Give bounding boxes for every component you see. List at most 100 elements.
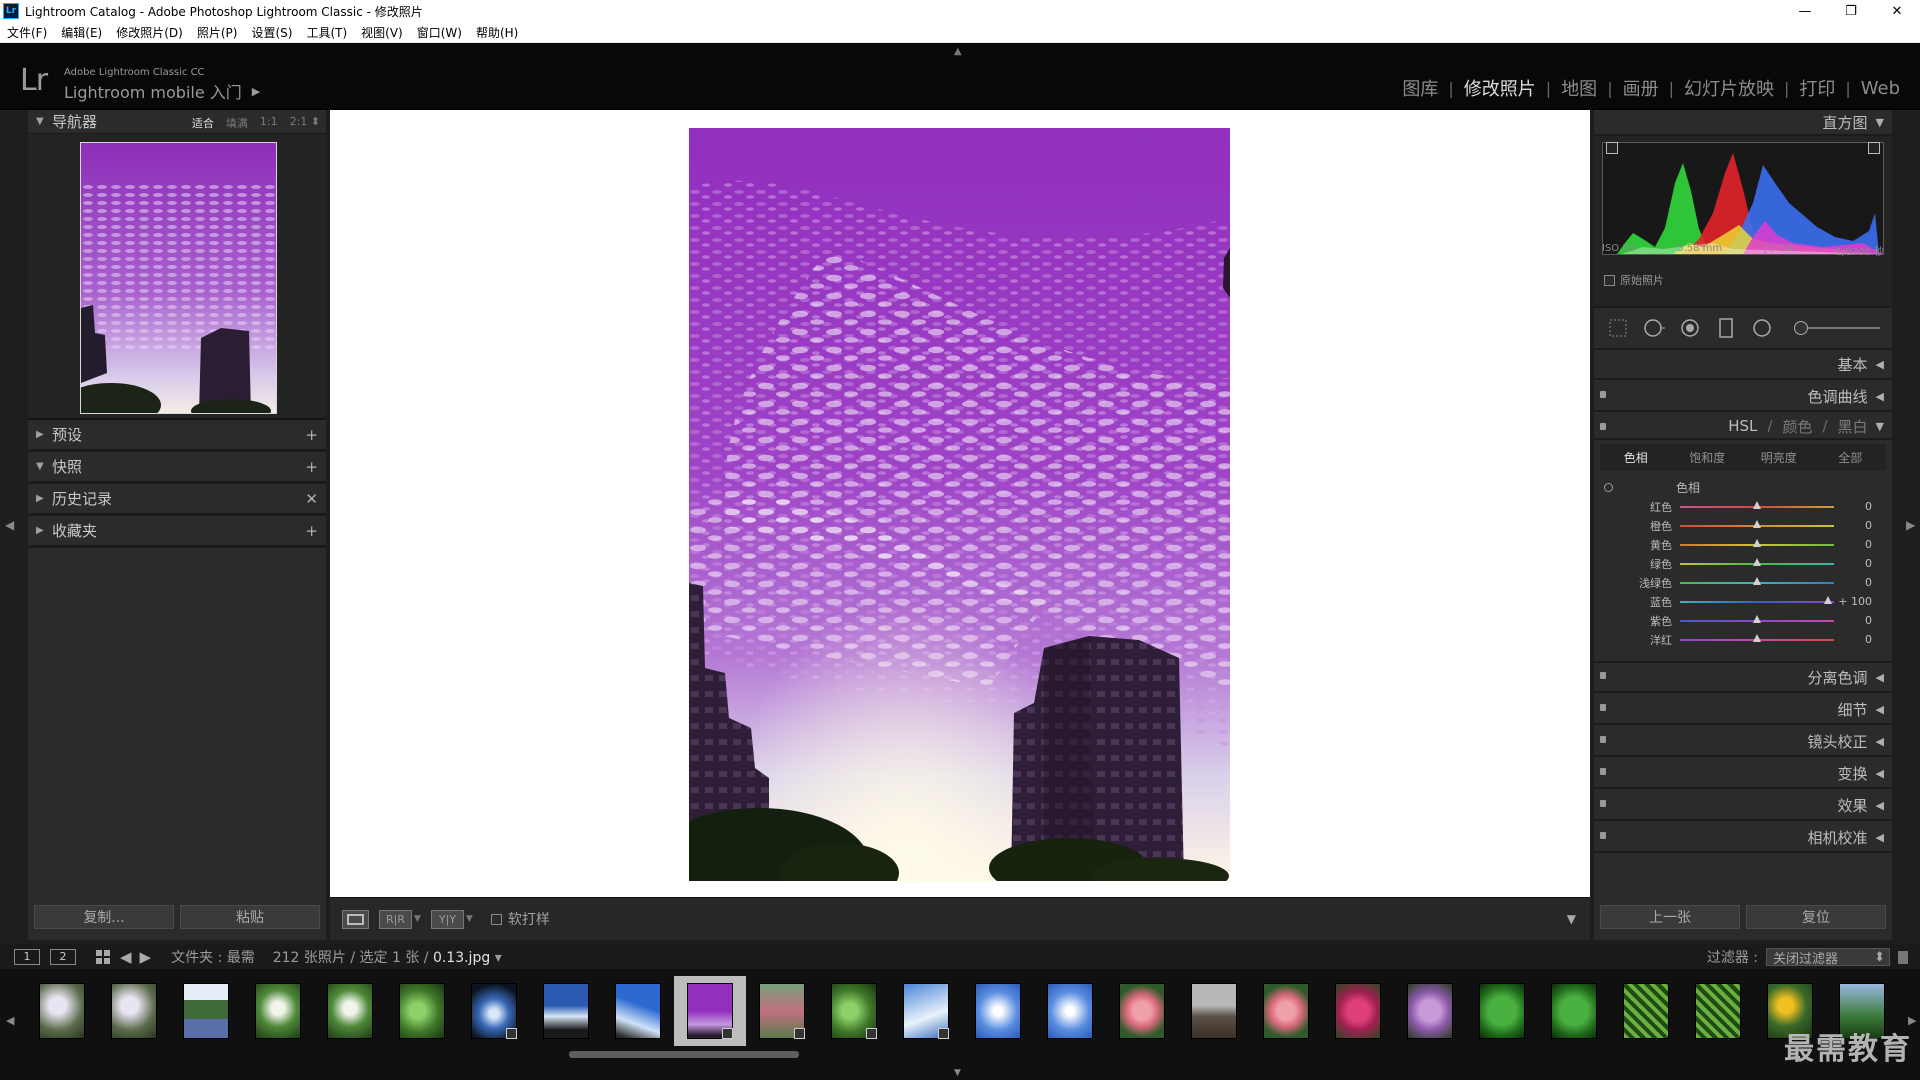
hsl-slider-value[interactable]: 0 [1834,538,1876,551]
module-web[interactable]: Web [1851,78,1910,99]
close-window-button[interactable]: ✕ [1874,0,1920,22]
module-develop[interactable]: 修改照片 [1454,75,1546,101]
spot-removal-icon[interactable] [1642,316,1666,340]
panel-toggle-icon[interactable] [1600,736,1606,743]
collections-header[interactable]: ▶ 收藏夹 + [28,516,326,545]
filter-lock-icon[interactable] [1898,950,1908,964]
filmstrip-thumbnail[interactable] [98,976,170,1046]
hsl-slider-track[interactable] [1680,557,1834,566]
zoom-fill[interactable]: 填满 [226,115,248,131]
minimize-button[interactable]: — [1782,0,1828,22]
filmstrip-thumbnail[interactable] [1466,976,1538,1046]
hsl-tab-color[interactable]: 颜色 [1782,416,1812,437]
hsl-slider-knob[interactable] [1753,538,1761,547]
hsl-slider-value[interactable]: 0 [1834,576,1876,589]
hsl-header[interactable]: HSL / 颜色 / 黑白 ▼ [1594,414,1892,440]
menu-develop[interactable]: 修改照片(D) [109,24,190,41]
soft-proof-checkbox[interactable] [490,913,502,925]
navigator-preview[interactable] [80,142,277,414]
shadow-clipping-button[interactable] [1606,142,1618,154]
filmstrip-thumbnail[interactable] [170,976,242,1046]
before-after-left-right-button[interactable]: R|R [379,909,412,929]
hsl-slider-value[interactable]: 0 [1834,500,1876,513]
panel-toggle-icon[interactable] [1600,832,1606,839]
hsl-slider-knob[interactable] [1753,576,1761,585]
menu-file[interactable]: 文件(F) [0,24,54,41]
panel-toggle-icon[interactable] [1600,672,1606,679]
secondary-window-button[interactable]: 2 [50,948,76,965]
module-book[interactable]: 画册 [1613,75,1669,101]
previous-settings-button[interactable]: 上一张 [1600,905,1740,929]
filmstrip-thumbnail[interactable] [1538,976,1610,1046]
reset-button[interactable]: 复位 [1746,905,1886,929]
lens-correction-header[interactable]: 镜头校正 ◀ [1594,727,1892,757]
paste-settings-button[interactable]: 粘贴 [180,905,320,929]
hsl-slider-track[interactable] [1680,519,1834,528]
hsl-slider-track[interactable] [1680,595,1834,604]
filmstrip-thumbnail[interactable] [602,976,674,1046]
crop-tool-icon[interactable] [1606,316,1630,340]
hsl-slider-value[interactable]: + 100 [1834,595,1876,608]
hsl-slider-track[interactable] [1680,576,1834,585]
zoom-2-1[interactable]: 2:1 ⬍ [290,115,320,131]
filmstrip-thumbnail[interactable] [890,976,962,1046]
hsl-slider-knob[interactable] [1753,633,1761,642]
filmstrip-thumbnail[interactable] [1106,976,1178,1046]
add-collection-icon[interactable]: + [305,522,318,540]
filmstrip-thumbnail[interactable] [1178,976,1250,1046]
basic-header[interactable]: 基本 ◀ [1594,350,1892,380]
hsl-subtab-all[interactable]: 全部 [1815,449,1887,466]
hsl-subtab-saturation[interactable]: 饱和度 [1672,449,1744,466]
collapse-left-panel-icon[interactable]: ◀ [5,518,14,532]
filmstrip-thumbnail[interactable] [1394,976,1466,1046]
radial-filter-icon[interactable] [1750,316,1774,340]
presets-header[interactable]: ▶ 预设 + [28,420,326,449]
hsl-slider-track[interactable] [1680,614,1834,623]
panel-toggle-icon[interactable] [1600,423,1606,430]
filmstrip-thumbnail[interactable] [1322,976,1394,1046]
targeted-adjustment-icon[interactable] [1604,483,1613,492]
hsl-subtab-hue[interactable]: 色相 [1600,449,1672,466]
main-photo[interactable] [689,128,1230,881]
module-map[interactable]: 地图 [1551,75,1607,101]
filmstrip-scrollbar[interactable] [569,1051,799,1058]
filmstrip-thumbnail[interactable] [1682,976,1754,1046]
collapse-top-panel-icon[interactable]: ▲ [954,46,962,57]
panel-toggle-icon[interactable] [1600,800,1606,807]
graduated-filter-icon[interactable] [1714,316,1738,340]
effects-header[interactable]: 效果 ◀ [1594,791,1892,821]
hsl-subtab-luminance[interactable]: 明亮度 [1743,449,1815,466]
module-print[interactable]: 打印 [1789,75,1845,101]
zoom-fit[interactable]: 适合 [192,115,214,131]
clear-history-icon[interactable]: ✕ [305,490,318,508]
collapse-filmstrip-icon[interactable]: ▼ [954,1068,961,1078]
add-snapshot-icon[interactable]: + [305,458,318,476]
hsl-slider-value[interactable]: 0 [1834,557,1876,570]
copy-settings-button[interactable]: 复制... [34,905,174,929]
filmstrip-source[interactable]: 文件夹 : 最需 212 张照片 / 选定 1 张 / 0.13.jpg ▾ [171,947,502,967]
filmstrip-thumbnail[interactable] [242,976,314,1046]
zoom-1-1[interactable]: 1:1 [260,115,278,131]
filmstrip-thumbnail[interactable] [962,976,1034,1046]
hsl-slider-knob[interactable] [1753,519,1761,528]
restore-button[interactable]: ❐ [1828,0,1874,22]
hsl-slider-value[interactable]: 0 [1834,519,1876,532]
menu-tools[interactable]: 工具(T) [299,24,354,41]
menu-window[interactable]: 窗口(W) [410,24,469,41]
original-photo-checkbox[interactable] [1604,274,1615,286]
hsl-slider-value[interactable]: 0 [1834,633,1876,646]
menu-photo[interactable]: 照片(P) [190,24,245,41]
split-toning-header[interactable]: 分离色调 ◀ [1594,663,1892,693]
toolbar-options-dropdown-icon[interactable]: ▼ [1567,912,1576,926]
menu-view[interactable]: 视图(V) [354,24,410,41]
module-library[interactable]: 图库 [1392,75,1448,101]
transform-header[interactable]: 变换 ◀ [1594,759,1892,789]
hsl-slider-track[interactable] [1680,633,1834,642]
panel-toggle-icon[interactable] [1600,768,1606,775]
histogram-graph[interactable] [1602,142,1884,255]
before-after-top-bottom-button[interactable]: Y|Y [430,909,464,929]
navigator-header[interactable]: ▼ 导航器 适合 填满 1:1 2:1 ⬍ [28,110,326,134]
filmstrip-thumbnail[interactable] [314,976,386,1046]
filmstrip-thumbnail[interactable] [818,976,890,1046]
add-preset-icon[interactable]: + [305,426,318,444]
